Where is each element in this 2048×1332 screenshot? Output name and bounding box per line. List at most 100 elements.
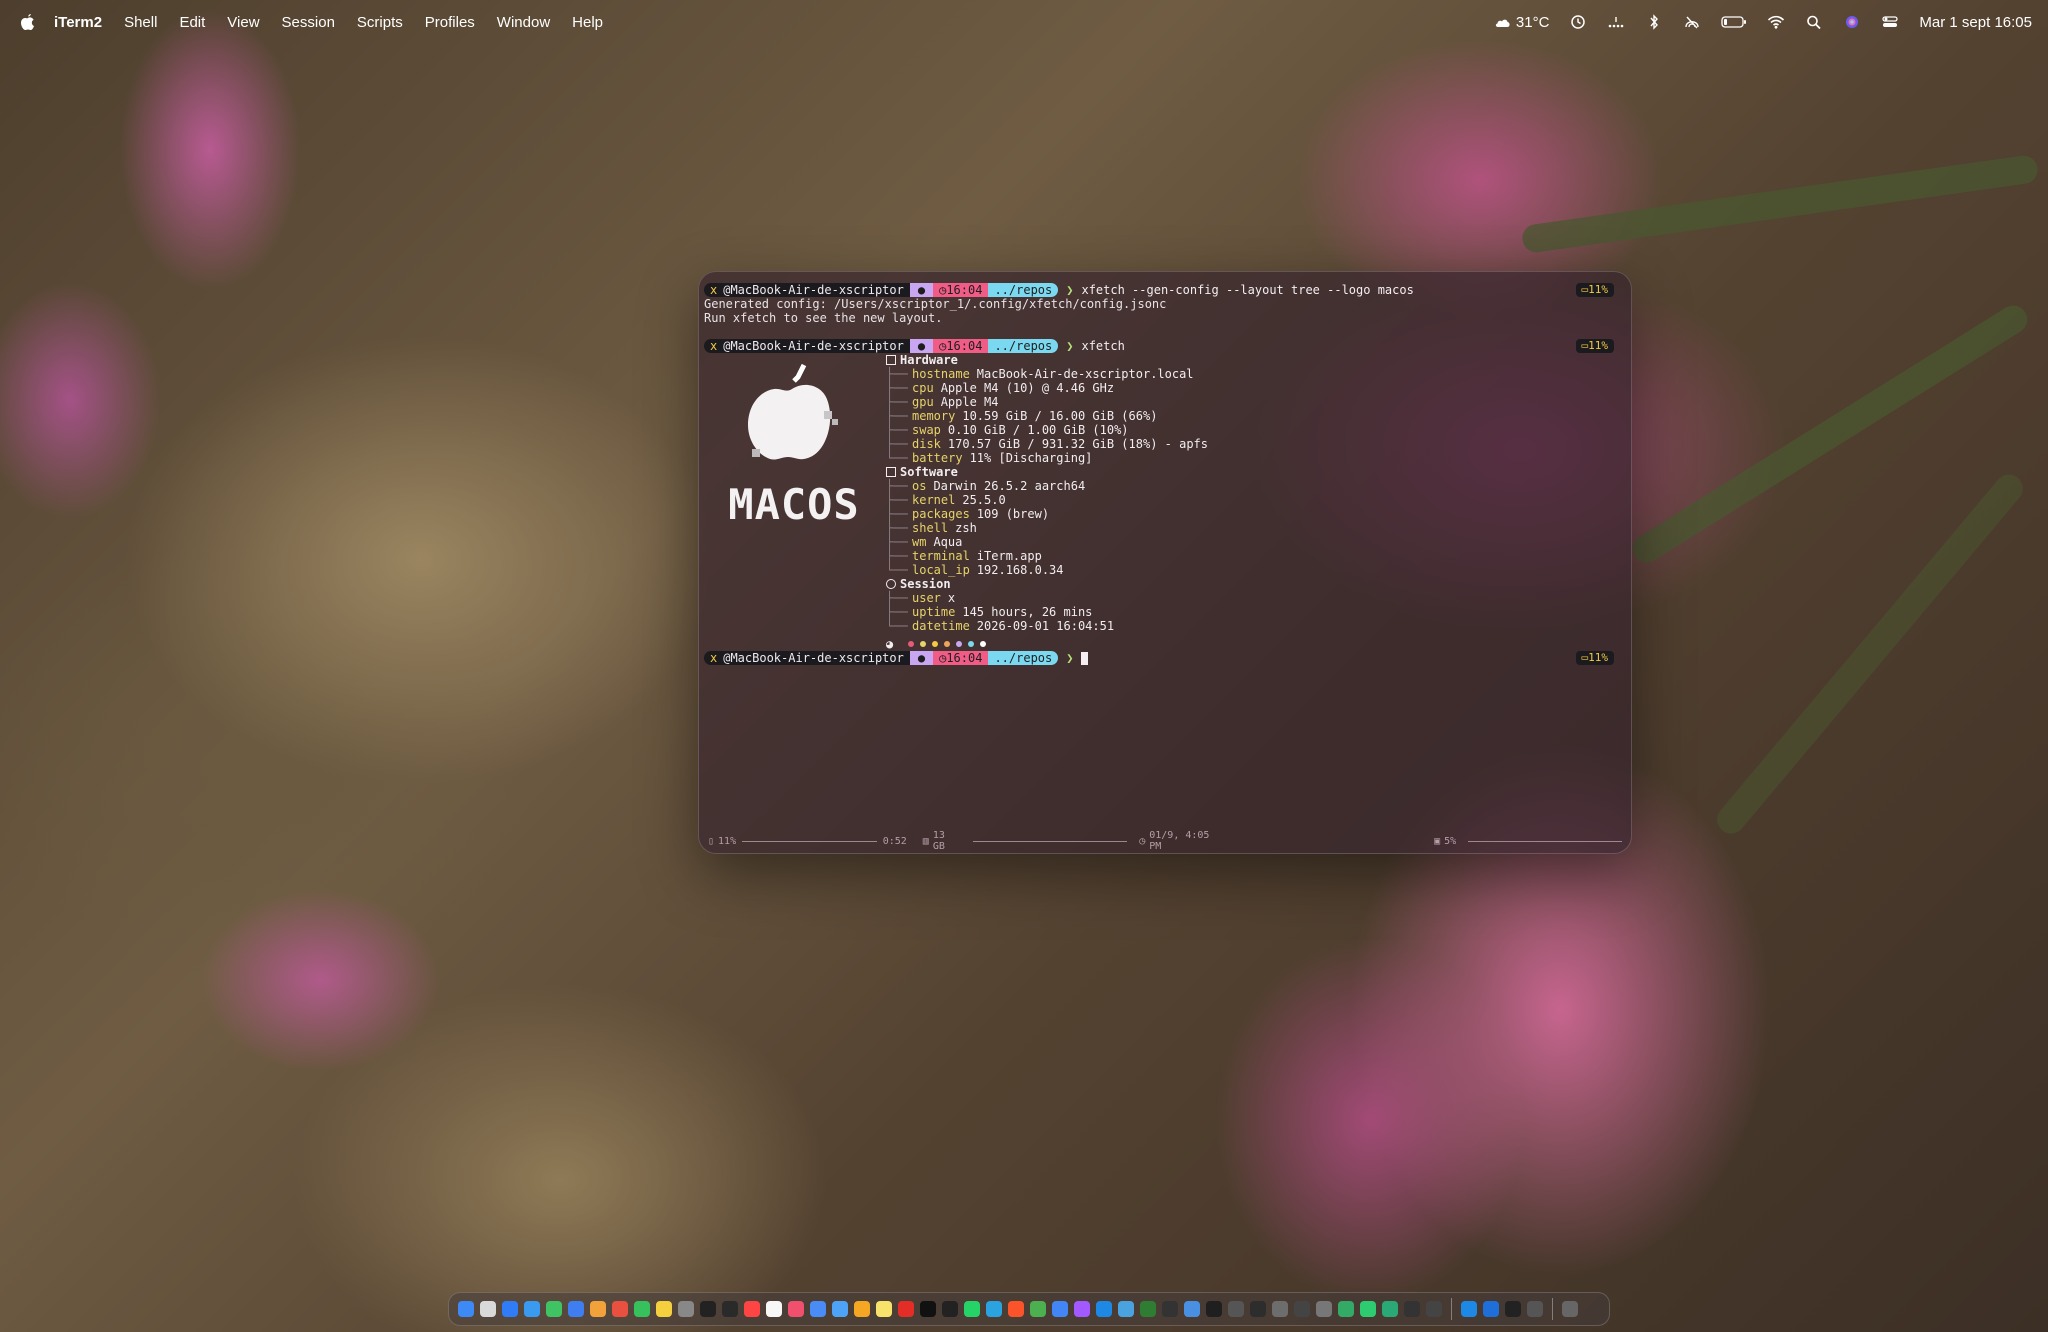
bluetooth-icon[interactable]: [1645, 14, 1663, 30]
airdrop-icon[interactable]: [1683, 14, 1701, 30]
info-tree: Hardware ├── hostname MacBook-Air-de-xscri…: [886, 353, 1208, 651]
menu-edit[interactable]: Edit: [179, 14, 205, 31]
whatsapp-icon[interactable]: [964, 1301, 980, 1317]
mail-icon[interactable]: [568, 1301, 584, 1317]
cloud-icon: [1495, 19, 1510, 27]
apple-logo-icon: ●: [917, 339, 926, 353]
messages-icon[interactable]: [546, 1301, 562, 1317]
status-cpu[interactable]: ▣ 5%: [1434, 836, 1456, 847]
siri-icon[interactable]: [1843, 14, 1861, 30]
chrome-icon[interactable]: [612, 1301, 628, 1317]
zed-icon[interactable]: [1118, 1301, 1134, 1317]
palette-color-dot: [980, 641, 986, 647]
tool-icon[interactable]: [1272, 1301, 1288, 1317]
menu-help[interactable]: Help: [572, 14, 603, 31]
calendar-icon[interactable]: [744, 1301, 760, 1317]
color-palette: [908, 641, 986, 647]
command-text: xfetch: [1081, 339, 1125, 353]
monitor-icon[interactable]: [1228, 1301, 1244, 1317]
maps-icon[interactable]: [1030, 1301, 1046, 1317]
chrome2-icon[interactable]: [1052, 1301, 1068, 1317]
terminal-icon[interactable]: [700, 1301, 716, 1317]
photos-icon[interactable]: [590, 1301, 606, 1317]
battery-icon[interactable]: [1721, 14, 1747, 30]
palette-color-dot: [908, 641, 914, 647]
browser-icon[interactable]: [1184, 1301, 1200, 1317]
calculator-icon[interactable]: [678, 1301, 694, 1317]
status-clock[interactable]: ◷ 01/9, 4:05 PM: [1139, 830, 1224, 852]
prompt-time-segment: ◷16:04: [933, 283, 989, 297]
prompt-x-marker: x: [710, 339, 718, 353]
tv-icon[interactable]: [920, 1301, 936, 1317]
font-icon[interactable]: [1162, 1301, 1178, 1317]
menu-app-name[interactable]: iTerm2: [54, 14, 102, 31]
prompt-time: 16:04: [946, 339, 983, 353]
wifi-icon[interactable]: [1767, 14, 1785, 30]
menu-session[interactable]: Session: [282, 14, 335, 31]
brave-icon[interactable]: [1008, 1301, 1024, 1317]
time-machine-icon[interactable]: [1569, 14, 1587, 30]
terminal-content[interactable]: x @MacBook-Air-de-xscriptor ● ◷16:04 ../repo…: [704, 283, 1626, 665]
display-icon[interactable]: [1250, 1301, 1266, 1317]
youtube-icon[interactable]: [898, 1301, 914, 1317]
safari2-icon[interactable]: [1483, 1301, 1499, 1317]
logo-text: MACOS: [728, 480, 859, 529]
iterm-status-bar: ▯ 11% 0:52 ▥ 13 GB ◷ 01/9, 4:05 PM ▣ 5%: [708, 830, 1623, 852]
status-battery[interactable]: ▯ 11%: [708, 836, 736, 847]
stickies-icon[interactable]: [876, 1301, 892, 1317]
menu-clock[interactable]: Mar 1 sept 16:05: [1919, 14, 2032, 31]
pages-icon[interactable]: [854, 1301, 870, 1317]
menu-window[interactable]: Window: [497, 14, 550, 31]
weather-widget[interactable]: 31°C: [1494, 14, 1549, 31]
safari-icon[interactable]: [524, 1301, 540, 1317]
battery-graph: [742, 840, 877, 842]
menu-view[interactable]: View: [227, 14, 259, 31]
settings-icon[interactable]: [1316, 1301, 1332, 1317]
reminders-icon[interactable]: [766, 1301, 782, 1317]
window-icon[interactable]: [1294, 1301, 1310, 1317]
monitor-icon: [886, 355, 896, 365]
github-icon[interactable]: [942, 1301, 958, 1317]
notes-icon[interactable]: [656, 1301, 672, 1317]
trash-icon[interactable]: [1562, 1301, 1578, 1317]
sheets-icon[interactable]: [1382, 1301, 1398, 1317]
app-store-icon[interactable]: [502, 1301, 518, 1317]
menu-scripts[interactable]: Scripts: [357, 14, 403, 31]
phone-icon[interactable]: [1360, 1301, 1376, 1317]
info-value: Aqua: [933, 535, 963, 549]
text-cursor[interactable]: [1081, 651, 1089, 665]
finder-icon[interactable]: [458, 1301, 474, 1317]
battery-icon: ▯: [708, 835, 715, 847]
info-row: └── datetime 2026-09-01 16:04:51: [886, 619, 1115, 633]
telegram-icon[interactable]: [986, 1301, 1002, 1317]
obs-icon[interactable]: [1404, 1301, 1420, 1317]
vscode2-icon[interactable]: [1461, 1301, 1477, 1317]
screen-icon[interactable]: [1527, 1301, 1543, 1317]
vim-icon[interactable]: [1140, 1301, 1156, 1317]
menu-profiles[interactable]: Profiles: [425, 14, 475, 31]
music-icon[interactable]: [788, 1301, 804, 1317]
figma-icon[interactable]: [1074, 1301, 1090, 1317]
apple-menu-icon[interactable]: [20, 13, 36, 31]
iterm-icon[interactable]: [722, 1301, 738, 1317]
facetime-icon[interactable]: [634, 1301, 650, 1317]
terminal2-icon[interactable]: [1505, 1301, 1521, 1317]
dots-icon[interactable]: [1607, 14, 1625, 30]
spotlight-search-icon[interactable]: [1805, 14, 1823, 30]
a-icon[interactable]: [1426, 1301, 1442, 1317]
prompt-arrow-icon: ❯: [1066, 339, 1074, 353]
prompt-battery-value: 11%: [1588, 651, 1608, 664]
status-cpu-value: 5%: [1444, 835, 1457, 847]
launchpad-icon[interactable]: [480, 1301, 496, 1317]
xcode-icon[interactable]: [810, 1301, 826, 1317]
vscode-icon[interactable]: [1096, 1301, 1112, 1317]
iterm-window[interactable]: x @MacBook-Air-de-xscriptor ● ◷16:04 ../repo…: [698, 271, 1632, 854]
status-memory[interactable]: ▥ 13 GB: [923, 830, 962, 852]
control-center-icon[interactable]: [1881, 14, 1899, 30]
activity-icon[interactable]: [1338, 1301, 1354, 1317]
files-icon[interactable]: [832, 1301, 848, 1317]
menu-shell[interactable]: Shell: [124, 14, 157, 31]
info-value: 2026-09-01 16:04:51: [976, 619, 1115, 633]
command-text: xfetch --gen-config --layout tree --logo…: [1081, 283, 1414, 297]
cursor-icon[interactable]: [1206, 1301, 1222, 1317]
